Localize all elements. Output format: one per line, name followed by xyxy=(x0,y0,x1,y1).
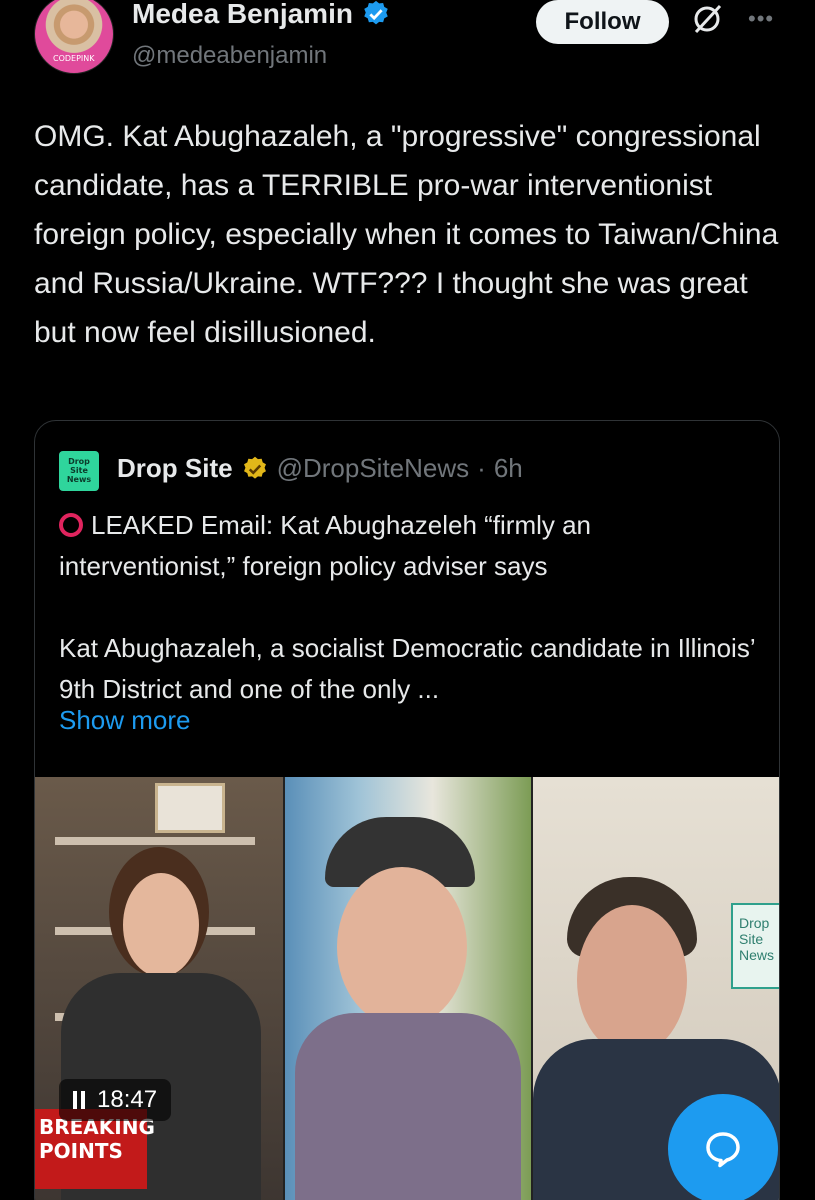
quoted-header: Drop Site @DropSiteNews · 6h xyxy=(117,453,523,484)
breaking-points-logo: BREAKING POINTS xyxy=(35,1109,155,1189)
drop-site-logo: Drop Site News xyxy=(731,903,779,989)
compose-message-icon xyxy=(706,1132,740,1168)
red-circle-icon xyxy=(59,513,83,537)
video-panel-left: BREAKING POINTS xyxy=(35,777,283,1200)
quoted-author-name[interactable]: Drop Site xyxy=(117,453,233,484)
show-more-link[interactable]: Show more xyxy=(59,705,191,736)
more-icon[interactable]: ••• xyxy=(748,6,774,32)
follow-button[interactable]: Follow xyxy=(536,0,669,44)
pause-icon[interactable] xyxy=(73,1091,85,1109)
quoted-headline: LEAKED Email: Kat Abughazeleh “firmly an… xyxy=(59,510,592,581)
compose-message-button[interactable] xyxy=(668,1094,778,1200)
avatar-caption: CODEPINK xyxy=(53,54,95,63)
quoted-headline-row: LEAKED Email: Kat Abughazeleh “firmly an… xyxy=(59,505,759,587)
author-avatar[interactable]: CODEPINK xyxy=(34,0,114,74)
quoted-avatar[interactable]: Drop Site News xyxy=(59,451,99,491)
separator-dot: · xyxy=(477,453,486,483)
post-text: OMG. Kat Abughazaleh, a "progressive" co… xyxy=(34,120,779,349)
author-handle[interactable]: @medeabenjamin xyxy=(132,42,327,70)
quoted-body: Kat Abughazaleh, a socialist Democratic … xyxy=(59,633,755,704)
author-name[interactable]: Medea Benjamin xyxy=(132,0,353,30)
video-duration[interactable]: 18:47 xyxy=(59,1079,172,1121)
quoted-timestamp[interactable]: 6h xyxy=(494,453,523,484)
duration-label: 18:47 xyxy=(97,1086,158,1113)
grok-icon[interactable] xyxy=(690,2,724,36)
gold-verified-badge-icon xyxy=(243,456,266,479)
quoted-post-card[interactable]: Drop Site News Drop Site @DropSiteNews ·… xyxy=(34,420,780,1200)
quoted-text: LEAKED Email: Kat Abughazeleh “firmly an… xyxy=(59,505,759,710)
author-name-row[interactable]: Medea Benjamin xyxy=(132,0,391,30)
quoted-handle[interactable]: @DropSiteNews xyxy=(277,453,470,484)
video-panel-middle xyxy=(285,777,531,1200)
verified-badge-icon xyxy=(364,0,388,25)
